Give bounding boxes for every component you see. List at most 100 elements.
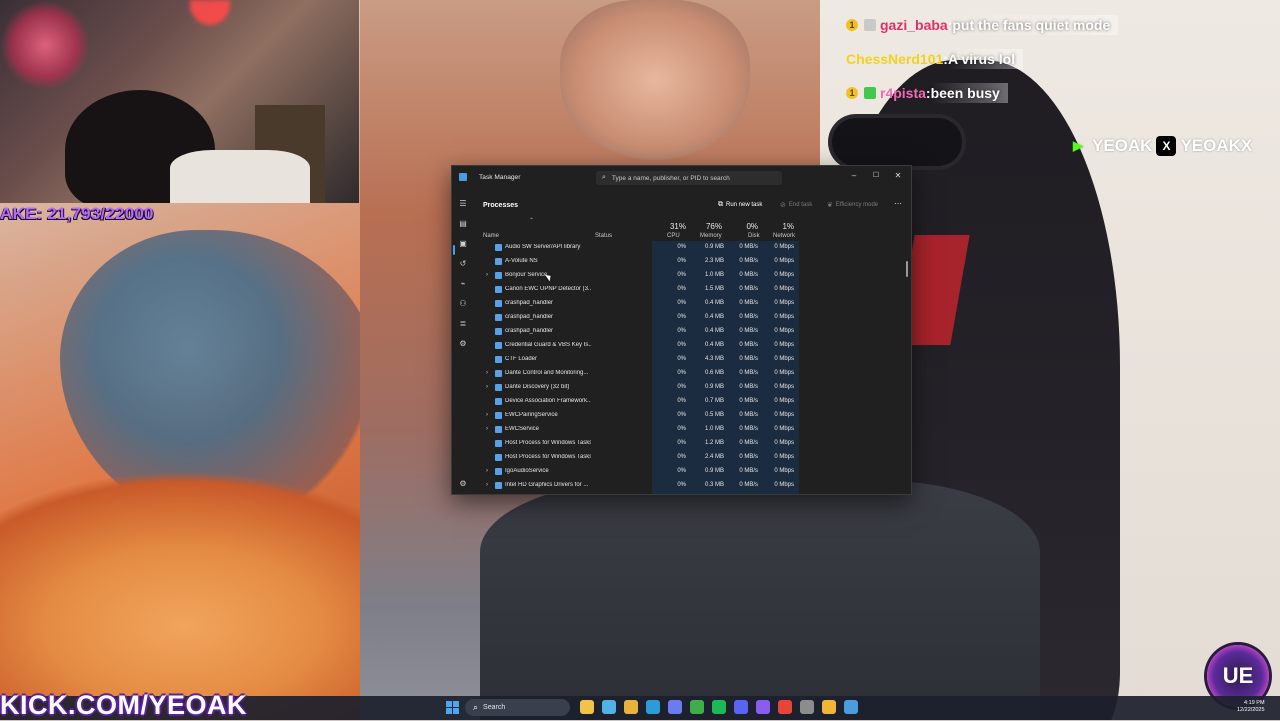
disk-column-header[interactable]: Disk [748, 233, 760, 239]
process-row[interactable]: › Dante Discovery (32 bit) 0% 0.9 MB 0 MB/s 0… [473, 381, 910, 395]
process-row[interactable]: crashpad_handler 0% 0.4 MB 0 MB/s 0 Mbps [473, 311, 910, 325]
end-task-button[interactable]: ⊘ End task [780, 201, 812, 209]
close-button[interactable]: ✕ [887, 169, 909, 183]
memory-cell: 0.4 MB [704, 314, 724, 320]
expand-chevron-icon[interactable]: › [486, 384, 488, 390]
process-row[interactable]: › IgoAudioService 0% 0.9 MB 0 MB/s 0 Mbps [473, 465, 910, 479]
process-name: EWCService [505, 426, 540, 432]
process-row[interactable]: CTF Loader 0% 4.3 MB 0 MB/s 0 Mbps [473, 353, 910, 367]
task-manager-icon[interactable] [844, 700, 858, 714]
network-cell: 0 Mbps [774, 440, 794, 446]
copilot-icon[interactable] [602, 700, 616, 714]
discord-icon[interactable] [734, 700, 748, 714]
end-task-icon: ⊘ [780, 202, 786, 209]
expand-chevron-icon[interactable]: › [486, 482, 488, 488]
end-task-label: End task [788, 202, 813, 208]
search-box[interactable]: ⌕ [596, 171, 782, 185]
cpu-column-header[interactable]: CPU [667, 233, 680, 239]
settings-icon[interactable] [800, 700, 814, 714]
process-name: Dante Discovery (32 bit) [505, 384, 570, 390]
process-row[interactable]: A-Volute NS 0% 2.3 MB 0 MB/s 0 Mbps [473, 255, 910, 269]
process-row[interactable]: Host Process for Windows Tasks 0% 2.4 MB 0 … [473, 451, 910, 465]
disk-cell: 0 MB/s [739, 314, 758, 320]
memory-column-header[interactable]: Memory [700, 233, 722, 239]
process-row[interactable]: crashpad_handler 0% 0.4 MB 0 MB/s 0 Mbps [473, 297, 910, 311]
process-row[interactable]: Device Association Framework... 0% 0.7 MB 0… [473, 395, 910, 409]
process-row[interactable]: Host Process for Windows Tasks 0% 1.2 MB 0 … [473, 437, 910, 451]
maximize-button[interactable]: ☐ [865, 169, 887, 183]
spotify-icon[interactable] [712, 700, 726, 714]
store-icon[interactable] [668, 700, 682, 714]
expand-chevron-icon[interactable]: › [486, 370, 488, 376]
expand-chevron-icon[interactable]: › [486, 272, 488, 278]
process-name: Intel HD Graphics Drivers for ... [505, 482, 589, 488]
startup-apps-nav-icon[interactable]: ⌁ [458, 279, 468, 289]
services-nav-icon[interactable]: ⚙ [458, 339, 468, 349]
file-explorer-icon[interactable] [580, 700, 594, 714]
xbox-icon[interactable] [690, 700, 704, 714]
process-row[interactable]: › Intel HD Graphics Drivers for ... 0% 0.3 … [473, 479, 910, 493]
chrome-icon[interactable] [778, 700, 792, 714]
run-new-task-button[interactable]: ⧉ Run new task [718, 201, 762, 209]
process-name: Device Association Framework... [505, 398, 591, 404]
cpu-cell: 0% [677, 356, 686, 362]
kick-handle: YEOAK [1092, 136, 1153, 155]
x-handle: YEOAKX [1180, 136, 1253, 155]
app-history-nav-icon[interactable]: ↺ [458, 259, 468, 269]
task-manager-window[interactable]: Task Manager ⌕ – ☐ ✕ ☰ ▤ ▣ ↺ ⌁ ⚇ ≣ ⚙ ⚙ P… [451, 165, 912, 495]
cpu-cell: 0% [677, 426, 686, 432]
obs-icon[interactable] [756, 700, 770, 714]
settings-nav-icon[interactable]: ⚙ [458, 479, 468, 489]
memory-cell: 4.3 MB [704, 356, 724, 362]
processes-nav-icon[interactable]: ▤ [458, 219, 468, 229]
disk-cell: 0 MB/s [739, 356, 758, 362]
performance-nav-icon[interactable]: ▣ [458, 239, 468, 249]
toolbar: Processes ⧉ Run new task ⊘ End task ❦ Ef… [473, 196, 910, 214]
efficiency-mode-label: Efficiency mode [835, 202, 879, 208]
hamburger-menu-icon[interactable]: ☰ [458, 199, 468, 209]
process-row[interactable]: › EWCService 0% 1.0 MB 0 MB/s 0 Mbps [473, 423, 910, 437]
search-input[interactable] [611, 174, 772, 182]
disk-cell: 0 MB/s [739, 286, 758, 292]
system-clock[interactable]: 4:19 PM 12/22/2025 [1237, 700, 1265, 714]
folder-icon[interactable] [624, 700, 638, 714]
expand-chevron-icon[interactable]: › [486, 412, 488, 418]
process-row[interactable]: › Bonjour Service 0% 1.0 MB 0 MB/s 0 Mbps [473, 269, 910, 283]
process-icon [495, 426, 502, 433]
process-name: Host Process for Windows Tasks [505, 440, 591, 446]
process-row[interactable]: Canon EWC UPNP Detector (3... 0% 1.5 MB 0 M… [473, 283, 910, 297]
minimize-button[interactable]: – [843, 169, 865, 183]
more-options-button[interactable]: ⋯ [894, 199, 902, 208]
process-row[interactable]: › EWCPairingService 0% 0.5 MB 0 MB/s 0 Mbps [473, 409, 910, 423]
scrollbar-thumb[interactable] [906, 261, 908, 277]
cpu-cell: 0% [677, 272, 686, 278]
process-row[interactable]: Credential Guard & VBS Key Is... 0% 0.4 MB… [473, 339, 910, 353]
expand-chevron-icon[interactable]: › [486, 426, 488, 432]
sort-chevron-icon: ⌃ [529, 218, 535, 224]
efficiency-mode-button[interactable]: ❦ Efficiency mode [827, 201, 878, 209]
process-row[interactable]: Audio SW Server/API library 0% 0.9 MB 0 MB/… [473, 241, 910, 255]
window-title: Task Manager [479, 174, 521, 181]
memory-cell: 0.4 MB [704, 300, 724, 306]
process-name: Dante Control and Monitoring... [505, 370, 589, 376]
status-column-header[interactable]: Status [595, 233, 612, 239]
disk-cell: 0 MB/s [739, 244, 758, 250]
expand-chevron-icon[interactable]: › [486, 468, 488, 474]
taskbar-search[interactable]: ⌕ Search [465, 699, 570, 716]
edge-icon[interactable] [646, 700, 660, 714]
users-nav-icon[interactable]: ⚇ [458, 299, 468, 309]
chrome-alt-icon[interactable] [822, 700, 836, 714]
process-row[interactable]: › Dante Control and Monitoring... 0% 0.6 MB… [473, 367, 910, 381]
sub-badge-icon: 1 [846, 87, 858, 99]
title-bar[interactable]: Task Manager ⌕ – ☐ ✕ [452, 166, 911, 188]
process-row[interactable]: crashpad_handler 0% 0.4 MB 0 MB/s 0 Mbps [473, 325, 910, 339]
details-nav-icon[interactable]: ≣ [458, 319, 468, 329]
disk-cell: 0 MB/s [739, 398, 758, 404]
start-button[interactable] [446, 701, 459, 714]
disk-cell: 0 MB/s [739, 342, 758, 348]
name-column-header[interactable]: Name [483, 233, 499, 239]
sub-goal-counter: AKE: 21,793/22000 [0, 204, 154, 223]
photo-dark-lower [480, 480, 1040, 720]
network-column-header[interactable]: Network [773, 233, 795, 239]
network-cell: 0 Mbps [774, 300, 794, 306]
